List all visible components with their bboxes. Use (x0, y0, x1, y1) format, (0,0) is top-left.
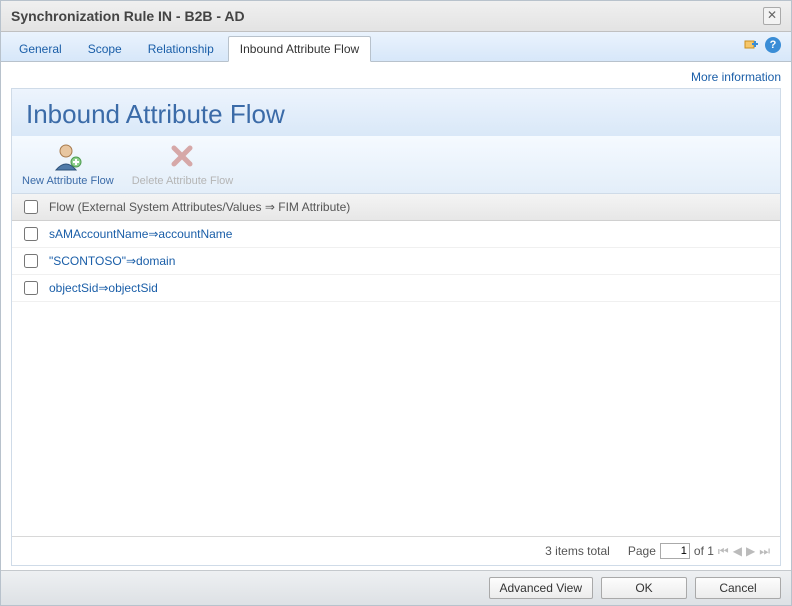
table-row: objectSid⇒objectSid (12, 275, 780, 302)
delete-x-icon (166, 140, 198, 172)
more-info-row: More information (11, 70, 781, 84)
delete-attribute-flow-label: Delete Attribute Flow (132, 175, 234, 187)
page-of-label: of 1 (694, 544, 714, 558)
button-bar: Advanced View OK Cancel (1, 570, 791, 605)
pager-prev-icon[interactable]: ◀ (733, 544, 742, 558)
more-information-link[interactable]: More information (691, 70, 781, 84)
window-title: Synchronization Rule IN - B2B - AD (11, 8, 245, 24)
table-area: Flow (External System Attributes/Values … (12, 194, 780, 536)
tab-general[interactable]: General (7, 36, 74, 62)
panel-header: Inbound Attribute Flow (12, 89, 780, 136)
flow-link[interactable]: "SCONTOSO"⇒domain (49, 254, 772, 268)
flow-link[interactable]: objectSid⇒objectSid (49, 281, 772, 295)
titlebar: Synchronization Rule IN - B2B - AD ✕ (1, 1, 791, 32)
tab-row: General Scope Relationship Inbound Attri… (1, 32, 791, 62)
table-row: "SCONTOSO"⇒domain (12, 248, 780, 275)
pager-first-icon[interactable]: ⏮ (718, 544, 729, 559)
ok-button[interactable]: OK (601, 577, 687, 599)
row-checkbox[interactable] (24, 254, 38, 268)
main-panel: Inbound Attribute Flow New Attribute Flo… (11, 88, 781, 566)
pager-strip: 3 items total Page of 1 ⏮ ◀ ▶ ⏭ (12, 536, 780, 565)
tab-inbound-attribute-flow[interactable]: Inbound Attribute Flow (228, 36, 371, 62)
page-input[interactable] (660, 543, 690, 559)
toolbar: New Attribute Flow Delete Attribute Flow (12, 136, 780, 194)
cancel-button[interactable]: Cancel (695, 577, 781, 599)
pager-last-icon[interactable]: ⏭ (759, 544, 770, 559)
tab-right-icons: ? (743, 37, 781, 53)
row-checkbox[interactable] (24, 281, 38, 295)
row-checkbox[interactable] (24, 227, 38, 241)
new-attribute-flow-button[interactable]: New Attribute Flow (22, 140, 114, 187)
add-icon[interactable] (743, 37, 759, 53)
select-all-checkbox[interactable] (24, 200, 38, 214)
help-icon[interactable]: ? (765, 37, 781, 53)
panel-title: Inbound Attribute Flow (26, 99, 766, 130)
page-label: Page (628, 544, 656, 558)
pager: Page of 1 ⏮ ◀ ▶ ⏭ (628, 543, 770, 559)
content-area: More information Inbound Attribute Flow (1, 62, 791, 570)
flow-link[interactable]: sAMAccountName⇒accountName (49, 227, 772, 241)
pager-next-icon[interactable]: ▶ (746, 544, 755, 558)
table-header-row: Flow (External System Attributes/Values … (12, 194, 780, 221)
dialog-window: Synchronization Rule IN - B2B - AD ✕ Gen… (0, 0, 792, 606)
new-attribute-flow-label: New Attribute Flow (22, 175, 114, 187)
tab-relationship[interactable]: Relationship (136, 36, 226, 62)
close-button[interactable]: ✕ (763, 7, 781, 25)
tab-scope[interactable]: Scope (76, 36, 134, 62)
advanced-view-button[interactable]: Advanced View (489, 577, 594, 599)
column-header-flow: Flow (External System Attributes/Values … (49, 200, 772, 214)
items-total-label: 3 items total (545, 544, 610, 558)
table-row: sAMAccountName⇒accountName (12, 221, 780, 248)
delete-attribute-flow-button: Delete Attribute Flow (132, 140, 234, 187)
user-add-icon (52, 140, 84, 172)
